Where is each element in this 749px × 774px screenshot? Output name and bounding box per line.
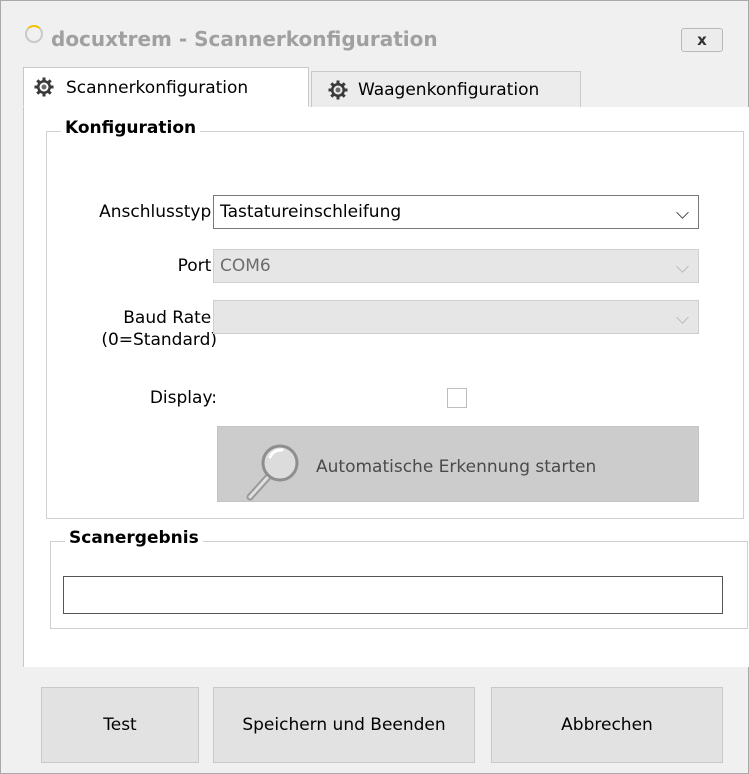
chevron-down-icon	[676, 311, 689, 324]
gear-icon	[34, 77, 54, 97]
dialog-window: docuxtrem - Scannerkonfiguration x Scann…	[0, 0, 749, 774]
gear-icon	[328, 80, 348, 99]
anschlusstyp-label: Anschlusstyp:	[99, 202, 217, 222]
close-button[interactable]: x	[681, 28, 723, 52]
group-title: Konfiguration	[61, 118, 201, 138]
scan-result-field[interactable]	[63, 576, 723, 614]
autodetect-button[interactable]: Automatische Erkennung starten	[217, 426, 699, 502]
tab-waagenkonfiguration[interactable]: Waagenkonfiguration	[311, 71, 581, 107]
konfiguration-group: Konfiguration Anschlusstyp: Tastatureins…	[46, 118, 744, 519]
port-value: COM6	[220, 256, 271, 276]
scanergebnis-group: Scanergebnis	[50, 528, 748, 629]
group-title: Scanergebnis	[65, 528, 203, 548]
cancel-button[interactable]: Abbrechen	[491, 687, 723, 763]
chevron-down-icon	[676, 206, 689, 219]
baud-rate-select[interactable]	[213, 300, 699, 334]
window-title: docuxtrem - Scannerkonfiguration	[51, 27, 438, 51]
tab-label: Waagenkonfiguration	[358, 80, 540, 100]
test-button[interactable]: Test	[41, 687, 199, 763]
anschlusstyp-select[interactable]: Tastatureinschleifung	[213, 195, 699, 229]
display-label: Display:	[149, 388, 217, 408]
tab-scannerkonfiguration[interactable]: Scannerkonfiguration	[23, 67, 309, 107]
port-select[interactable]: COM6	[213, 249, 699, 283]
tab-panel-scannerkonfiguration: Konfiguration Anschlusstyp: Tastatureins…	[23, 107, 749, 667]
app-ring-icon	[25, 25, 43, 43]
title-bar[interactable]: docuxtrem - Scannerkonfiguration x	[1, 1, 748, 53]
baud-rate-label: Baud Rate:	[123, 308, 217, 328]
magnifier-icon	[246, 444, 299, 501]
save-and-exit-button[interactable]: Speichern und Beenden	[213, 687, 475, 763]
port-label: Port:	[177, 256, 217, 276]
baud-rate-sublabel: (0=Standard)	[101, 330, 217, 350]
autodetect-label: Automatische Erkennung starten	[316, 457, 597, 477]
anschlusstyp-value: Tastatureinschleifung	[220, 202, 402, 222]
tab-label: Scannerkonfiguration	[66, 78, 249, 98]
display-checkbox[interactable]	[447, 388, 467, 408]
chevron-down-icon	[676, 260, 689, 273]
